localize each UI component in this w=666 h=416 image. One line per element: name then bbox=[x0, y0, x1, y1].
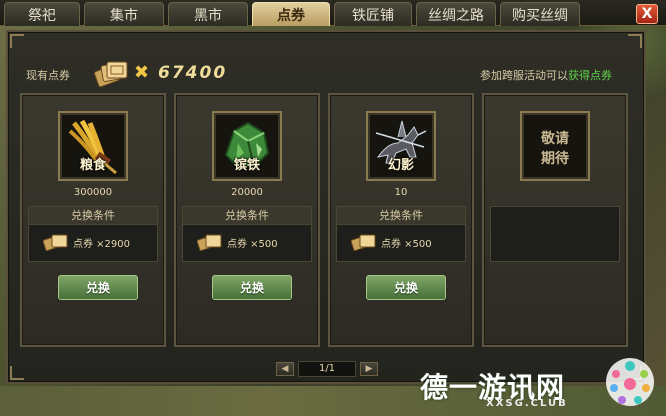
tab-market[interactable]: 集市 bbox=[84, 2, 164, 26]
close-icon: X bbox=[641, 6, 653, 22]
condition-cost: 点券 ×500 bbox=[381, 239, 432, 250]
current-coupons-label: 现有点券 bbox=[26, 69, 70, 82]
item-icon-frame[interactable]: 粮食 bbox=[58, 111, 128, 181]
tab-bar: 祭祀 集市 黑市 点券 铁匠铺 丝绸之路 购买丝绸 X bbox=[0, 0, 666, 26]
watermark-logo-icon bbox=[606, 358, 654, 406]
item-quantity: 10 bbox=[394, 187, 408, 198]
item-quantity: 300000 bbox=[73, 187, 113, 198]
arrow-left-icon: ◀ bbox=[281, 364, 289, 374]
exchange-button[interactable]: 兑换 bbox=[212, 275, 292, 300]
cross-server-text: 参加跨服活动可以 bbox=[480, 69, 568, 82]
condition-title: 兑换条件 bbox=[183, 207, 311, 225]
exchange-condition-box: 兑换条件 点券 ×2900 bbox=[28, 206, 158, 262]
exchange-button[interactable]: 兑换 bbox=[58, 275, 138, 300]
tab-black-market[interactable]: 黑市 bbox=[168, 2, 248, 26]
condition-cost: 点券 ×2900 bbox=[73, 239, 131, 250]
exchange-condition-box: 兑换条件 点券 ×500 bbox=[336, 206, 466, 262]
exchange-card-coming-soon: 敬请 期待 bbox=[482, 93, 628, 347]
item-name: 镔铁 bbox=[233, 158, 260, 173]
exchange-card-iron: 镔铁 20000 兑换条件 点券 ×500 兑换 bbox=[174, 93, 320, 347]
exchange-card-grain: 粮食 300000 兑换条件 点券 ×2900 兑换 bbox=[20, 93, 166, 347]
coupon-ticket-icon bbox=[43, 234, 68, 252]
panel-corner-ornament bbox=[628, 34, 642, 48]
item-icon-frame[interactable]: 镔铁 bbox=[212, 111, 282, 181]
page-indicator: 1/1 bbox=[298, 361, 356, 377]
panel-corner-ornament bbox=[10, 34, 24, 48]
condition-row: 点券 ×2900 bbox=[29, 229, 157, 259]
condition-title: 兑换条件 bbox=[337, 207, 465, 225]
coupon-ticket-icon bbox=[94, 61, 128, 88]
exchange-button[interactable]: 兑换 bbox=[366, 275, 446, 300]
close-button[interactable]: X bbox=[636, 4, 658, 24]
tab-buy-silk[interactable]: 购买丝绸 bbox=[500, 2, 580, 26]
item-name: 幻影 bbox=[387, 158, 414, 173]
watermark-url: XXSG.CLUB bbox=[486, 398, 568, 409]
coupon-ticket-icon bbox=[351, 234, 376, 252]
exchange-card-phantom: 幻影 10 兑换条件 点券 ×500 兑换 bbox=[328, 93, 474, 347]
coming-soon-text: 敬请 期待 bbox=[522, 129, 588, 169]
arrow-right-icon: ▶ bbox=[365, 364, 373, 374]
tab-sacrifice[interactable]: 祭祀 bbox=[4, 2, 80, 26]
get-coupons-link[interactable]: 获得点券 bbox=[568, 69, 612, 82]
empty-condition-box bbox=[490, 206, 620, 262]
exchange-condition-box: 兑换条件 点券 ×500 bbox=[182, 206, 312, 262]
coming-soon-line-2: 期待 bbox=[541, 151, 569, 167]
prev-page-button[interactable]: ◀ bbox=[276, 362, 294, 376]
coupon-balance: 67400 bbox=[158, 63, 228, 83]
tab-coupons[interactable]: 点券 bbox=[252, 2, 330, 26]
item-name: 粮食 bbox=[79, 158, 106, 173]
condition-cost: 点券 ×500 bbox=[227, 239, 278, 250]
tab-blacksmith[interactable]: 铁匠铺 bbox=[334, 2, 412, 26]
cross-server-hint: 参加跨服活动可以获得点券 bbox=[480, 67, 612, 83]
coming-soon-frame: 敬请 期待 bbox=[520, 111, 590, 181]
coming-soon-line-1: 敬请 bbox=[541, 131, 569, 147]
next-page-button[interactable]: ▶ bbox=[360, 362, 378, 376]
item-icon-frame[interactable]: 幻影 bbox=[366, 111, 436, 181]
coupon-ticket-icon bbox=[197, 234, 222, 252]
condition-row: 点券 ×500 bbox=[337, 229, 465, 259]
condition-title: 兑换条件 bbox=[29, 207, 157, 225]
tab-silk-road[interactable]: 丝绸之路 bbox=[416, 2, 496, 26]
panel-corner-ornament bbox=[10, 366, 24, 380]
multiply-icon: ✖ bbox=[134, 62, 150, 83]
condition-row: 点券 ×500 bbox=[183, 229, 311, 259]
item-quantity: 20000 bbox=[231, 187, 263, 198]
